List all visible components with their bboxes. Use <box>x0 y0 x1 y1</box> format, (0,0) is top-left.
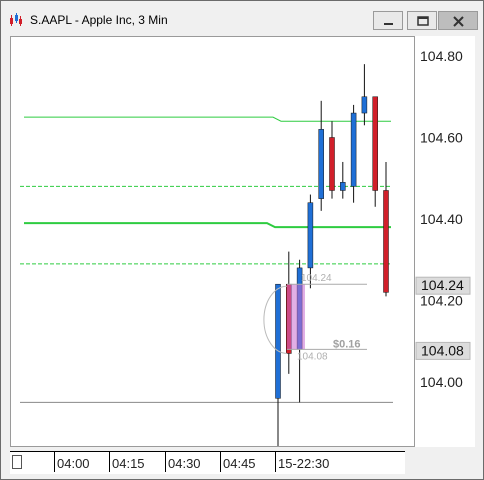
time-label: 04:45 <box>223 456 256 471</box>
minimize-button[interactable] <box>373 11 403 30</box>
chart-window: S.AAPL - Apple Inc, 3 Min 104.24 104.08 $0… <box>0 0 484 480</box>
ma-upper-line <box>24 116 391 122</box>
price-badge-label: 104.08 <box>421 342 464 358</box>
candle-down <box>329 137 335 191</box>
window-border <box>475 34 483 479</box>
price-axis[interactable]: 104.80 104.60 104.40 104.20 104.00 104.24 104.… <box>415 36 475 447</box>
candle-up <box>318 129 324 199</box>
time-tick <box>54 452 55 472</box>
candlestick-chart[interactable]: 104.24 104.08 $0.16 <box>11 37 414 448</box>
candle-down <box>372 96 378 191</box>
title-bar[interactable]: S.AAPL - Apple Inc, 3 Min <box>1 1 483 34</box>
window-title: S.AAPL - Apple Inc, 3 Min <box>30 13 168 27</box>
time-label: 15-22:30 <box>278 456 330 471</box>
price-tick-label: 104.40 <box>420 211 463 227</box>
close-icon <box>453 16 464 27</box>
price-tick-label: 104.60 <box>420 130 463 146</box>
price-tick-label: 104.00 <box>420 374 463 390</box>
time-tick <box>165 452 166 472</box>
ma-middle-line <box>24 222 391 229</box>
maximize-button[interactable] <box>407 11 437 30</box>
minimize-icon <box>384 23 393 25</box>
time-label: 04:30 <box>168 456 201 471</box>
price-tick-label: 104.20 <box>420 293 463 309</box>
candle-up <box>350 112 357 187</box>
candle-up <box>340 182 346 191</box>
measure-top-label: 104.24 <box>301 273 332 284</box>
close-button[interactable] <box>438 11 478 30</box>
measure-bottom-label: 104.08 <box>297 351 328 362</box>
candle-up <box>361 96 368 114</box>
time-axis[interactable]: 04:00 04:15 04:30 04:45 15-22:30 <box>10 451 405 474</box>
maximize-icon <box>417 16 429 26</box>
measure-highlight <box>287 284 305 350</box>
price-axis-scale: 104.80 104.60 104.40 104.20 104.00 104.24 104.… <box>415 48 471 390</box>
price-tick-label: 104.80 <box>420 48 463 64</box>
candle-up <box>275 283 281 399</box>
time-tick <box>275 452 276 472</box>
time-label: 04:00 <box>57 456 90 471</box>
time-label: 04:15 <box>112 456 145 471</box>
candle-down <box>383 190 389 293</box>
chart-plot-area[interactable]: 104.24 104.08 $0.16 <box>10 36 415 448</box>
time-tick <box>220 452 221 472</box>
time-scroll-box[interactable] <box>12 455 22 469</box>
time-tick <box>109 452 110 472</box>
candle-up <box>307 202 314 269</box>
price-badge-label: 104.24 <box>421 277 464 293</box>
candlestick-app-icon <box>10 13 22 26</box>
measure-difference-label: $0.16 <box>333 338 361 350</box>
